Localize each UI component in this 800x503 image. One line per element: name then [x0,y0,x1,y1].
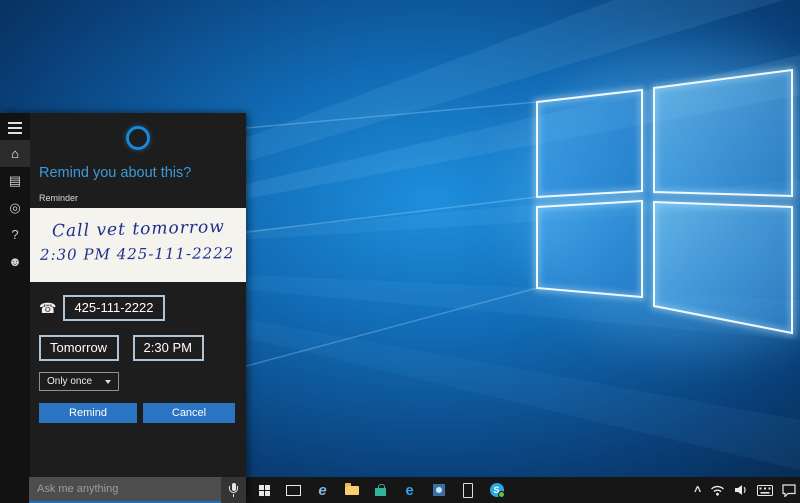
tray-overflow-button[interactable]: ∧ [694,477,701,503]
microphone-button[interactable] [221,477,246,503]
speaker-icon [734,484,748,496]
network-button[interactable] [710,477,725,503]
edge-button[interactable]: e [395,477,424,503]
file-explorer-icon [345,486,359,495]
reminder-prompt-title: Remind you about this? [39,165,246,181]
notebook-icon: ▤ [9,173,21,189]
keyboard-button[interactable] [757,477,773,503]
microphone-icon [229,483,238,497]
photos-button[interactable] [424,477,453,503]
sidebar-item-notebook[interactable]: ▤ [0,167,30,194]
chevron-down-icon [105,380,111,384]
sidebar-item-reminders[interactable]: ◎ [0,194,30,221]
touch-keyboard-icon [757,485,773,496]
task-view-icon [286,485,301,496]
system-tray: ∧ [694,477,796,503]
search-input[interactable] [29,477,221,501]
cancel-button[interactable]: Cancel [143,403,235,423]
ink-line-2: 2:30 PM 425-111-2222 [40,244,246,264]
action-buttons: Remind Cancel [39,403,246,423]
skype-button[interactable]: S [482,477,511,503]
hamburger-icon [8,120,22,134]
wifi-icon [710,484,725,496]
phone-icon: ☎ [39,301,56,315]
home-icon: ⌂ [11,146,19,161]
phone-companion-icon [463,483,473,498]
recurrence-value: Only once [47,376,92,387]
menu-button[interactable] [0,113,30,140]
cortana-panel: ⌂ ▤ ◎ ? ☻ Remind you about this? Reminde… [0,113,246,503]
internet-explorer-button[interactable]: e [308,477,337,503]
photos-icon [433,484,445,496]
edge-icon: e [405,483,413,498]
sidebar-item-home[interactable]: ⌂ [0,140,30,167]
reminders-icon: ◎ [9,200,20,216]
help-icon: ? [11,227,18,242]
recurrence-dropdown[interactable]: Only once [39,372,119,391]
chevron-up-icon: ∧ [692,485,702,495]
skype-icon: S [490,483,504,497]
cortana-search-bar [29,477,221,503]
reminder-time-field[interactable]: 2:30 PM [133,335,204,361]
start-button[interactable] [250,477,279,503]
sidebar-item-feedback[interactable]: ☻ [0,248,30,275]
skype-online-dot [498,491,505,498]
ink-line-1: Call vet tomorrow [52,216,246,241]
remind-button[interactable]: Remind [39,403,137,423]
feedback-icon: ☻ [8,254,22,269]
sidebar-item-help[interactable]: ? [0,221,30,248]
reminder-date-field[interactable]: Tomorrow [39,335,119,361]
store-button[interactable] [366,477,395,503]
windows-logo-icon [259,485,270,496]
task-view-button[interactable] [279,477,308,503]
desktop: e e S ∧ [0,0,800,503]
taskbar-apps: e e S [250,477,511,503]
phone-companion-button[interactable] [453,477,482,503]
internet-explorer-icon: e [318,483,326,498]
reminder-section-label: Reminder [39,193,246,203]
cortana-logo [126,126,150,150]
store-icon [375,488,386,496]
action-center-button[interactable] [782,477,796,503]
action-center-icon [782,484,796,497]
file-explorer-button[interactable] [337,477,366,503]
cortana-sidebar: ⌂ ▤ ◎ ? ☻ [0,113,30,503]
phone-row: ☎ 425-111-2222 [39,295,246,321]
volume-button[interactable] [734,477,748,503]
handwritten-note-card: Call vet tomorrow 2:30 PM 425-111-2222 [30,208,246,282]
cortana-content: Remind you about this? Reminder Call vet… [30,113,246,477]
phone-number-field[interactable]: 425-111-2222 [63,295,165,321]
